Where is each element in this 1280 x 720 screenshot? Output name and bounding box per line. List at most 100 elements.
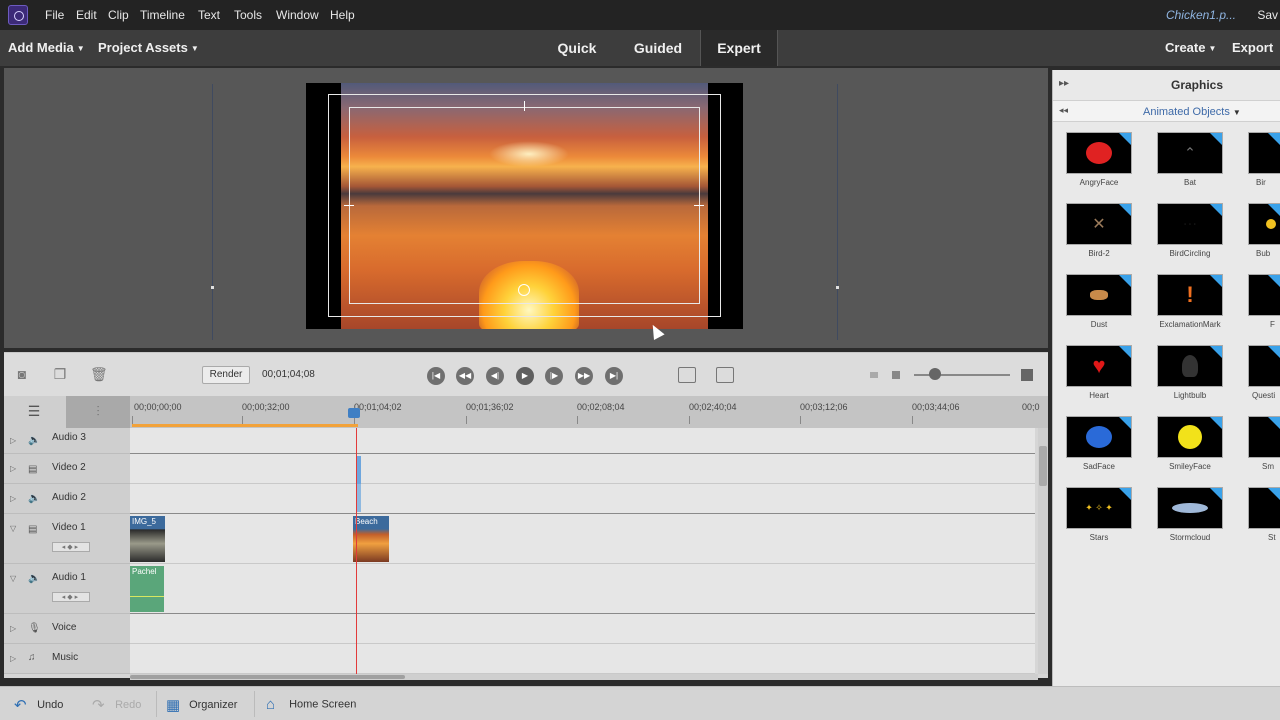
add-media-button[interactable]: Add Media ▼ bbox=[8, 40, 85, 55]
track-lane-music[interactable] bbox=[130, 644, 1035, 674]
video-1-clip-img[interactable]: IMG_5 bbox=[130, 516, 165, 562]
graphic-partial-bubble[interactable]: Bub bbox=[1248, 203, 1280, 269]
step-forward-icon[interactable]: |▶ bbox=[545, 367, 563, 385]
track-lane-voice[interactable] bbox=[130, 614, 1035, 644]
scrollbar-thumb[interactable] bbox=[130, 675, 405, 679]
track-header-music[interactable]: ▷ ♫ Music bbox=[4, 644, 130, 674]
track-lane-video-1[interactable]: IMG_5 Beach bbox=[130, 514, 1035, 564]
track-header-audio-2[interactable]: ▷ 🔈 Audio 2 bbox=[4, 484, 130, 514]
expand-triangle-icon[interactable]: ▷ bbox=[10, 654, 16, 663]
create-button[interactable]: Create ▼ bbox=[1165, 40, 1216, 55]
collapse-triangle-icon[interactable]: ▽ bbox=[10, 524, 16, 533]
graphic-stars[interactable]: ✦ ✧ ✦ Stars bbox=[1066, 487, 1146, 553]
keyframe-controls-icon[interactable]: ◂◆▸ bbox=[52, 592, 90, 602]
timeline-ruler[interactable]: ☰ ⫶ 00;00;00;00 00;00;32;00 00;01;04;02 … bbox=[4, 396, 1048, 428]
guide-handle-left[interactable] bbox=[211, 286, 214, 289]
go-to-end-icon[interactable]: ▶| bbox=[605, 367, 623, 385]
track-header-video-2[interactable]: ▷ ▤ Video 2 bbox=[4, 454, 130, 484]
monitor-panel[interactable] bbox=[4, 68, 1048, 348]
keyframe-controls-icon[interactable]: ◂◆▸ bbox=[52, 542, 90, 552]
fast-forward-icon[interactable]: ▶▶ bbox=[575, 367, 593, 385]
audio-waveform-icon[interactable]: ⫶ bbox=[90, 404, 106, 418]
horizontal-scrollbar[interactable] bbox=[130, 674, 1038, 680]
graphic-lightbulb[interactable]: Lightbulb bbox=[1157, 345, 1237, 411]
track-lane-audio-3[interactable] bbox=[130, 428, 1035, 454]
video-frame[interactable] bbox=[306, 83, 743, 329]
playhead-handle[interactable] bbox=[348, 408, 360, 418]
graphic-partial-f[interactable]: F bbox=[1248, 274, 1280, 340]
anchor-crosshair-icon[interactable] bbox=[518, 284, 530, 296]
zoom-step-icon[interactable] bbox=[892, 371, 900, 379]
redo-button[interactable]: ↷ Redo bbox=[92, 696, 141, 714]
safe-margins-icon[interactable] bbox=[678, 367, 696, 383]
graphic-birdcircling[interactable]: · · · BirdCircling bbox=[1157, 203, 1237, 269]
save-menu[interactable]: Sav bbox=[1257, 8, 1278, 22]
work-area-bar[interactable] bbox=[132, 424, 358, 427]
track-header-voice[interactable]: ▷ 🎙 Voice bbox=[4, 614, 130, 644]
copy-icon[interactable]: ❐ bbox=[52, 367, 68, 381]
audio-mixer-cell[interactable]: ⫶ bbox=[66, 396, 130, 428]
menu-clip[interactable]: Clip bbox=[108, 8, 129, 22]
render-button[interactable]: Render bbox=[202, 366, 250, 384]
track-header-audio-1[interactable]: ▽ 🔈 Audio 1 ◂◆▸ bbox=[4, 564, 130, 614]
graphic-angryface[interactable]: AngryFace bbox=[1066, 132, 1146, 198]
export-button[interactable]: Export bbox=[1232, 40, 1273, 55]
graphic-heart[interactable]: ♥ Heart bbox=[1066, 345, 1146, 411]
menu-text[interactable]: Text bbox=[198, 8, 220, 22]
track-lane-audio-1[interactable]: Pachel bbox=[130, 564, 1035, 614]
menu-file[interactable]: File bbox=[45, 8, 64, 22]
scrollbar-thumb[interactable] bbox=[1039, 446, 1047, 486]
graphic-stormcloud[interactable]: Stormcloud bbox=[1157, 487, 1237, 553]
tab-expert[interactable]: Expert bbox=[700, 30, 778, 66]
menu-window[interactable]: Window bbox=[276, 8, 319, 22]
collapse-panel-icon[interactable]: ▸▸ bbox=[1059, 78, 1069, 89]
graphic-partial-sm[interactable]: Sm bbox=[1248, 416, 1280, 482]
graphic-partial-bird[interactable]: Bir bbox=[1248, 132, 1280, 198]
expand-triangle-icon[interactable]: ▷ bbox=[10, 464, 16, 473]
menu-edit[interactable]: Edit bbox=[76, 8, 97, 22]
zoom-in-icon[interactable] bbox=[1021, 369, 1033, 381]
graphic-bird-2[interactable]: ✕ Bird-2 bbox=[1066, 203, 1146, 269]
expand-triangle-icon[interactable]: ▷ bbox=[10, 436, 16, 445]
playhead-line[interactable] bbox=[356, 428, 357, 674]
expand-triangle-icon[interactable]: ▷ bbox=[10, 494, 16, 503]
collapse-triangle-icon[interactable]: ▽ bbox=[10, 574, 16, 583]
graphic-sadface[interactable]: SadFace bbox=[1066, 416, 1146, 482]
vertical-scrollbar[interactable] bbox=[1038, 428, 1048, 674]
track-header-video-1[interactable]: ▽ ▤ Video 1 ◂◆▸ bbox=[4, 514, 130, 564]
graphic-partial-question[interactable]: Questi bbox=[1248, 345, 1280, 411]
home-screen-button[interactable]: ⌂ Home Screen bbox=[266, 696, 356, 713]
menu-timeline[interactable]: Timeline bbox=[140, 8, 185, 22]
menu-tools[interactable]: Tools bbox=[234, 8, 262, 22]
current-timecode[interactable]: 00;01;04;08 bbox=[262, 369, 315, 380]
graphic-smileyface[interactable]: SmileyFace bbox=[1157, 416, 1237, 482]
graphic-dust[interactable]: Dust bbox=[1066, 274, 1146, 340]
fit-to-window-icon[interactable] bbox=[716, 367, 734, 383]
track-lane-audio-2[interactable] bbox=[130, 484, 1035, 514]
graphic-partial-st[interactable]: St bbox=[1248, 487, 1280, 553]
organizer-button[interactable]: ▦ Organizer bbox=[166, 696, 237, 714]
go-to-start-icon[interactable]: |◀ bbox=[427, 367, 445, 385]
zoom-out-icon[interactable] bbox=[870, 372, 878, 378]
graphic-bat[interactable]: ⌃ Bat bbox=[1157, 132, 1237, 198]
trash-icon[interactable]: 🗑 bbox=[90, 367, 108, 381]
undo-button[interactable]: ↶ Undo bbox=[14, 696, 63, 714]
zoom-slider-thumb[interactable] bbox=[929, 368, 941, 380]
guide-handle-right[interactable] bbox=[836, 286, 839, 289]
tab-quick[interactable]: Quick bbox=[546, 30, 608, 66]
menu-help[interactable]: Help bbox=[330, 8, 355, 22]
tab-guided[interactable]: Guided bbox=[622, 30, 694, 66]
category-dropdown[interactable]: Animated Objects ▼ bbox=[1143, 106, 1241, 118]
track-options-icon[interactable]: ☰ bbox=[26, 404, 42, 418]
play-icon[interactable]: ▶ bbox=[516, 367, 534, 385]
track-header-audio-3[interactable]: ▷ 🔈 Audio 3 bbox=[4, 428, 130, 454]
graphic-exclamationmark[interactable]: ! ExclamationMark bbox=[1157, 274, 1237, 340]
camera-icon[interactable]: ◙ bbox=[14, 367, 30, 381]
expand-triangle-icon[interactable]: ▷ bbox=[10, 624, 16, 633]
video-1-clip-beach[interactable]: Beach bbox=[353, 516, 389, 562]
step-back-icon[interactable]: ◀| bbox=[486, 367, 504, 385]
track-lane-video-2[interactable] bbox=[130, 454, 1035, 484]
audio-1-clip[interactable]: Pachel bbox=[130, 566, 164, 612]
project-assets-button[interactable]: Project Assets ▼ bbox=[98, 40, 199, 55]
back-arrow-icon[interactable]: ◂◂ bbox=[1059, 105, 1068, 116]
